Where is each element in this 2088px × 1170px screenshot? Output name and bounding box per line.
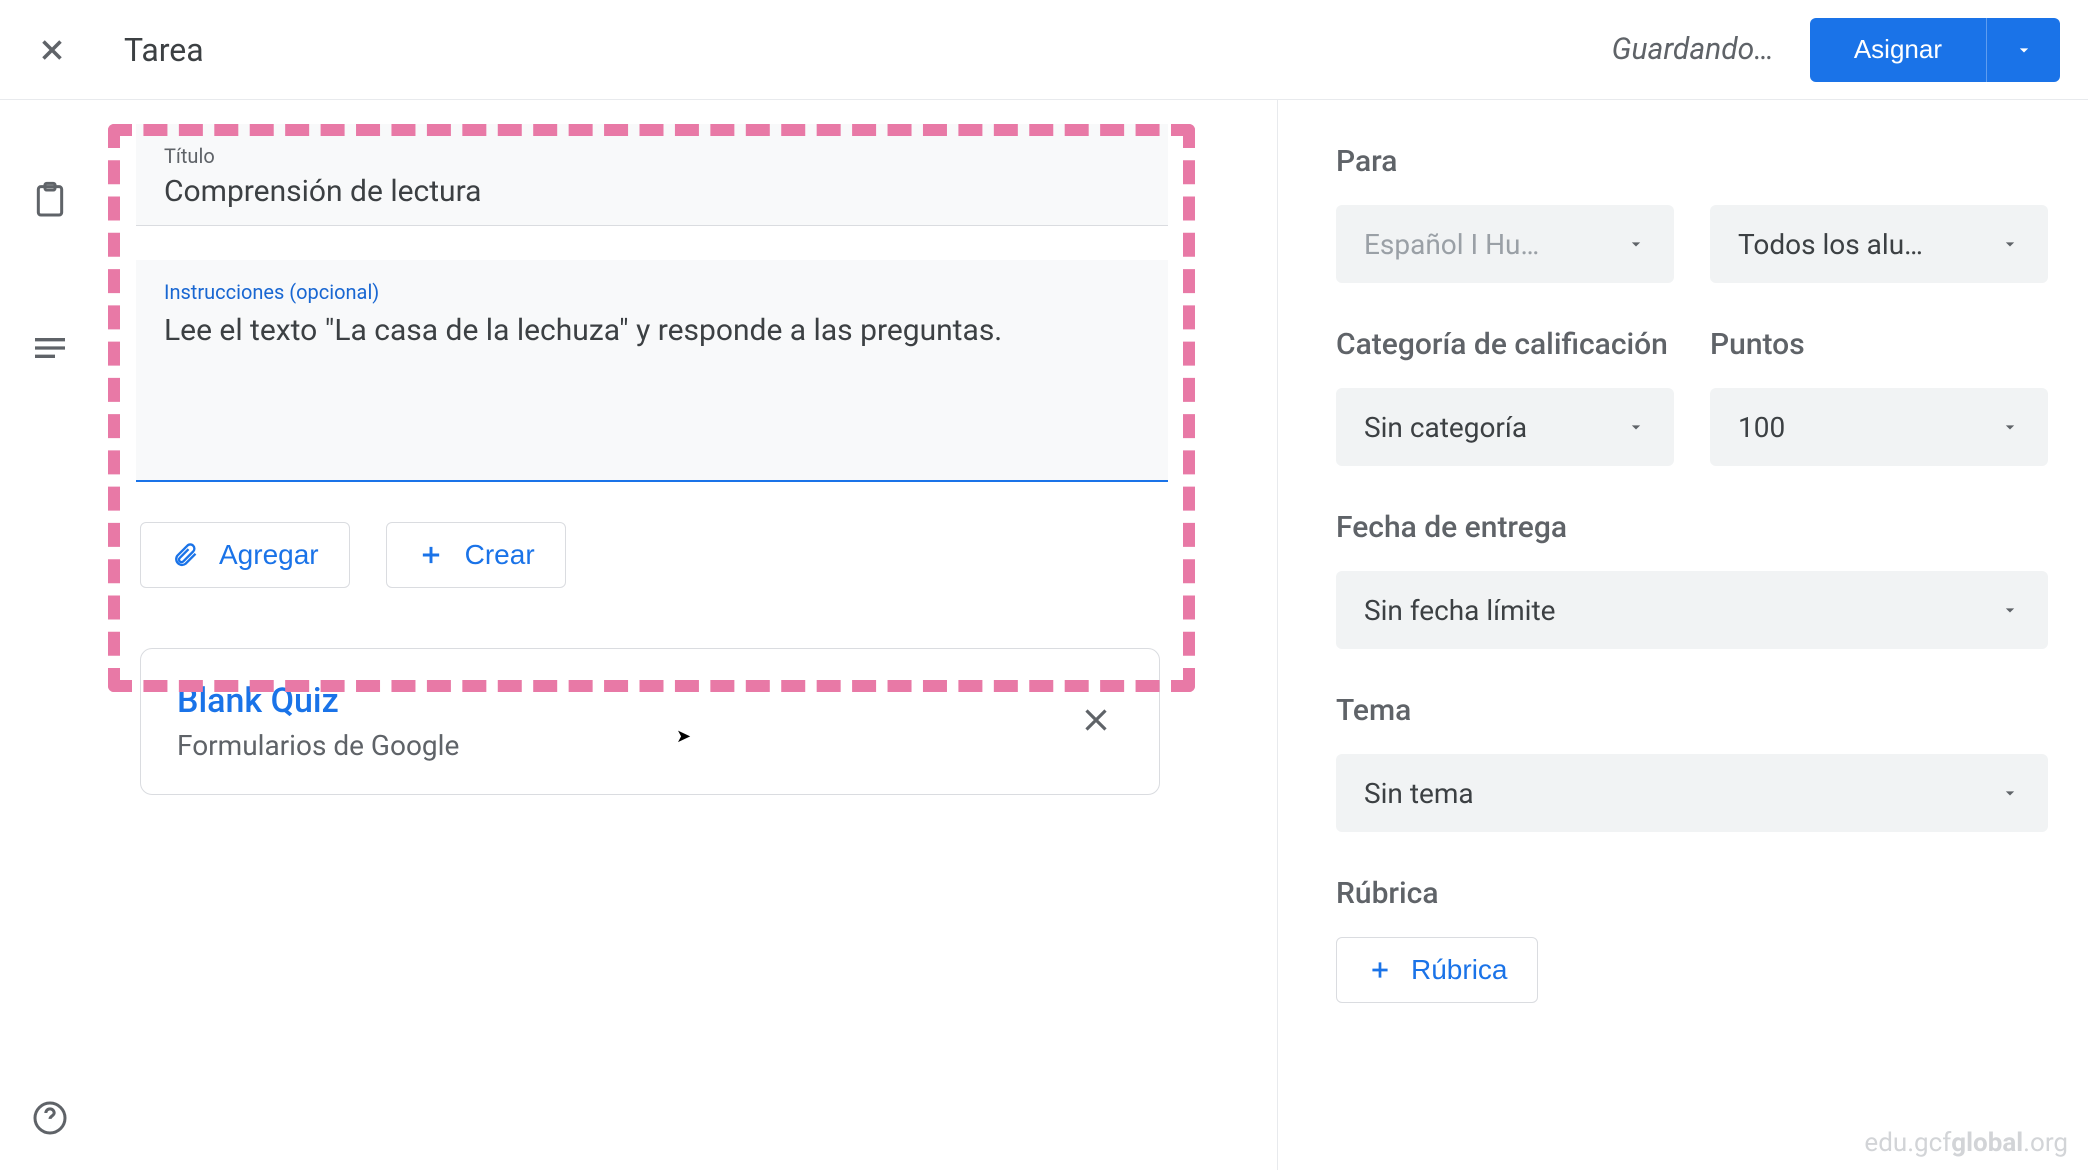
caret-down-icon [2000,600,2020,620]
create-button[interactable]: Crear [386,522,566,588]
points-select-value: 100 [1738,411,2000,444]
attach-icon [171,541,199,569]
instructions-label: Instrucciones (opcional) [164,280,1140,304]
rubric-button-label: Rúbrica [1411,954,1507,986]
saving-status: Guardando… [1612,32,1774,67]
for-label: Para [1336,144,2048,179]
assign-button[interactable]: Asignar [1810,18,1986,82]
caret-down-icon [1626,234,1646,254]
caret-down-icon [2000,234,2020,254]
title-label: Título [164,144,1140,168]
students-select-value: Todos los alu… [1738,228,2000,261]
rubric-label: Rúbrica [1336,876,2048,911]
instructions-field-container: Instrucciones (opcional) Lee el texto "L… [136,260,1168,482]
due-date-value: Sin fecha límite [1364,594,2000,627]
caret-down-icon [2000,783,2020,803]
caret-down-icon [2014,40,2034,60]
help-icon [30,1098,70,1138]
topic-label: Tema [1336,693,2048,728]
help-button[interactable] [30,1098,70,1142]
page-title: Tarea [124,31,204,69]
plus-icon [1367,957,1393,983]
title-field-container: Título [136,124,1168,226]
due-label: Fecha de entrega [1336,510,2048,545]
class-select[interactable]: Español I Hu… [1336,205,1674,283]
watermark: edu.gcfglobal.org [1864,1128,2068,1158]
mouse-cursor: ➤ [676,726,691,747]
category-select[interactable]: Sin categoría [1336,388,1674,466]
points-select[interactable]: 100 [1710,388,2048,466]
text-format-icon [28,326,72,370]
students-select[interactable]: Todos los alu… [1710,205,2048,283]
caret-down-icon [1626,417,1646,437]
points-label: Puntos [1710,327,2048,362]
create-button-label: Crear [465,539,535,571]
class-select-value: Español I Hu… [1364,228,1626,261]
close-icon [1077,701,1115,739]
caret-down-icon [2000,417,2020,437]
title-input[interactable] [164,174,1140,209]
plus-icon [417,541,445,569]
category-label: Categoría de calificación [1336,327,1674,362]
due-date-select[interactable]: Sin fecha límite [1336,571,2048,649]
close-button[interactable] [28,26,76,74]
category-select-value: Sin categoría [1364,411,1626,444]
attachment-remove-button[interactable] [1069,693,1123,751]
add-button[interactable]: Agregar [140,522,350,588]
attachment-title: Blank Quiz [177,681,1069,721]
attachment-subtitle: Formularios de Google [177,729,1069,762]
instructions-input[interactable]: Lee el texto "La casa de la lechuza" y r… [164,310,1140,352]
topic-select[interactable]: Sin tema [1336,754,2048,832]
attachment-card[interactable]: Blank Quiz Formularios de Google [140,648,1160,795]
assignment-icon [28,178,72,222]
close-icon [35,33,69,67]
topic-value: Sin tema [1364,777,2000,810]
assign-dropdown-button[interactable] [1986,18,2060,82]
add-button-label: Agregar [219,539,319,571]
rubric-button[interactable]: Rúbrica [1336,937,1538,1003]
